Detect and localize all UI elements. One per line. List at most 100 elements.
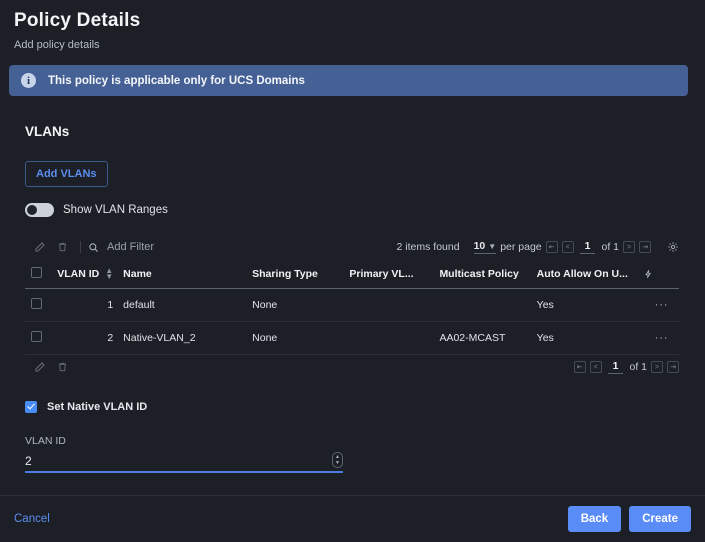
- row-checkbox-cell: [25, 288, 56, 322]
- pencil-icon[interactable]: [29, 357, 51, 377]
- column-header-select-all: [25, 261, 56, 289]
- next-page-button[interactable]: >: [623, 241, 635, 253]
- select-all-checkbox[interactable]: [31, 267, 42, 278]
- toolbar-divider: [80, 241, 81, 253]
- vlans-section: VLANs Add VLANs Show VLAN Ranges Add Fil…: [0, 124, 705, 473]
- row-actions-cell: ···: [644, 288, 679, 322]
- add-vlans-button[interactable]: Add VLANs: [25, 161, 108, 187]
- last-page-button[interactable]: ⇥: [667, 361, 679, 373]
- column-label-name: Name: [123, 268, 152, 280]
- first-page-button[interactable]: ⇤: [573, 361, 586, 373]
- column-header-name[interactable]: Name: [123, 261, 253, 289]
- set-native-vlan-label: Set Native VLAN ID: [47, 401, 148, 413]
- stepper-down-icon[interactable]: ▼: [335, 461, 340, 466]
- per-page-value: 10: [473, 240, 486, 252]
- cell-name: default: [123, 288, 253, 322]
- gear-icon[interactable]: [667, 241, 679, 253]
- prev-page-button[interactable]: <: [561, 241, 574, 253]
- search-icon: [89, 242, 99, 252]
- info-icon: i: [21, 73, 36, 88]
- set-native-vlan-checkbox[interactable]: [25, 401, 37, 413]
- page-header: Policy Details Add policy details: [0, 0, 705, 51]
- row-overflow-menu-button[interactable]: ···: [655, 299, 669, 311]
- per-page-label: per page: [500, 241, 542, 253]
- items-found-label: 2 items found: [396, 241, 460, 253]
- vlan-id-field-label: VLAN ID: [25, 435, 66, 447]
- table-header-row: VLAN ID ▲ ▼ Name Sharing Type Primary VL..…: [25, 261, 679, 289]
- current-page-value[interactable]: 1: [579, 240, 596, 254]
- create-button[interactable]: Create: [629, 506, 691, 532]
- cell-multicast-policy: [439, 288, 537, 322]
- pencil-icon[interactable]: [29, 237, 51, 257]
- filter-box: [88, 241, 363, 253]
- footer-actions: Back Create: [567, 506, 691, 532]
- last-page-button[interactable]: ⇥: [639, 241, 651, 253]
- sort-icon: ▲ ▼: [105, 266, 114, 282]
- page-subtitle: Add policy details: [14, 39, 100, 51]
- prev-page-button[interactable]: <: [589, 361, 602, 373]
- vlan-id-input[interactable]: [25, 454, 332, 469]
- cell-auto-allow: Yes: [536, 288, 645, 322]
- vlan-id-input-wrap: ▲ ▼: [25, 452, 343, 473]
- vlan-table: VLAN ID ▲ ▼ Name Sharing Type Primary VL..…: [25, 261, 679, 355]
- table-body: 1 default None Yes ··· 2 Native-VLAN_2 N…: [25, 288, 679, 355]
- chevron-down-icon: ▼: [488, 241, 497, 251]
- row-overflow-menu-button[interactable]: ···: [655, 332, 669, 344]
- column-header-multicast-policy[interactable]: Multicast Policy: [439, 261, 537, 289]
- show-vlan-ranges-row: Show VLAN Ranges: [25, 203, 691, 217]
- total-pages-label: of 1: [601, 241, 619, 253]
- column-header-primary-vlan[interactable]: Primary VL...: [349, 261, 440, 289]
- vlan-id-stepper[interactable]: ▲ ▼: [332, 452, 343, 468]
- column-label-primary-vlan: Primary VL...: [349, 268, 414, 280]
- trash-icon[interactable]: [51, 357, 73, 377]
- vlan-table-container: 2 items found 10 ▼ per page ⇤ < 1 of 1 >…: [25, 235, 679, 379]
- total-pages-label: of 1: [629, 361, 647, 373]
- cell-primary-vlan: [349, 321, 440, 355]
- trash-icon[interactable]: [51, 237, 73, 257]
- stepper-up-icon[interactable]: ▲: [335, 455, 340, 460]
- current-page-value[interactable]: 1: [607, 360, 624, 374]
- table-row[interactable]: 2 Native-VLAN_2 None AA02-MCAST Yes ···: [25, 321, 679, 355]
- cell-name: Native-VLAN_2: [123, 321, 253, 355]
- cell-sharing-type: None: [252, 288, 350, 322]
- dialog-footer: Cancel Back Create: [0, 495, 705, 542]
- row-checkbox[interactable]: [31, 298, 42, 309]
- row-checkbox-cell: [25, 321, 56, 355]
- section-title-vlans: VLANs: [25, 124, 70, 139]
- next-page-button[interactable]: >: [651, 361, 663, 373]
- column-header-sharing-type[interactable]: Sharing Type: [252, 261, 350, 289]
- column-label-vlan-id: VLAN ID: [57, 267, 100, 280]
- info-banner: i This policy is applicable only for UCS…: [9, 65, 688, 96]
- back-button[interactable]: Back: [567, 506, 622, 532]
- row-checkbox[interactable]: [31, 331, 42, 342]
- column-header-vlan-id[interactable]: VLAN ID ▲ ▼: [55, 261, 124, 289]
- column-label-auto-allow: Auto Allow On U...: [536, 268, 628, 280]
- per-page-select[interactable]: 10 ▼: [473, 240, 497, 254]
- cell-primary-vlan: [349, 288, 440, 322]
- show-vlan-ranges-toggle[interactable]: [25, 203, 54, 217]
- page-title: Policy Details: [14, 10, 141, 31]
- cell-sharing-type: None: [252, 321, 350, 355]
- vlan-id-field: VLAN ID ▲ ▼: [25, 435, 343, 473]
- table-footer: ⇤ < 1 of 1 > ⇥: [25, 355, 679, 379]
- table-toolbar: 2 items found 10 ▼ per page ⇤ < 1 of 1 >…: [25, 235, 679, 259]
- table-pagination-top: 10 ▼ per page ⇤ < 1 of 1 > ⇥: [473, 240, 679, 254]
- info-banner-text: This policy is applicable only for UCS D…: [48, 74, 305, 87]
- set-native-vlan-row: Set Native VLAN ID: [25, 401, 691, 413]
- filter-input[interactable]: [107, 241, 307, 253]
- column-header-actions: [644, 261, 679, 289]
- cell-auto-allow: Yes: [536, 321, 645, 355]
- cell-vlan-id: 2: [55, 321, 124, 355]
- cell-vlan-id: 1: [55, 288, 124, 322]
- lightning-icon: [645, 270, 652, 278]
- show-vlan-ranges-label: Show VLAN Ranges: [63, 204, 168, 216]
- cancel-button[interactable]: Cancel: [14, 513, 50, 525]
- column-header-auto-allow[interactable]: Auto Allow On U...: [536, 261, 645, 289]
- row-actions-cell: ···: [644, 321, 679, 355]
- first-page-button[interactable]: ⇤: [545, 241, 558, 253]
- column-label-sharing-type: Sharing Type: [252, 268, 318, 280]
- table-pagination-bottom: ⇤ < 1 of 1 > ⇥: [573, 360, 679, 374]
- cell-multicast-policy: AA02-MCAST: [439, 321, 537, 355]
- column-label-multicast-policy: Multicast Policy: [439, 268, 519, 280]
- table-row[interactable]: 1 default None Yes ···: [25, 288, 679, 322]
